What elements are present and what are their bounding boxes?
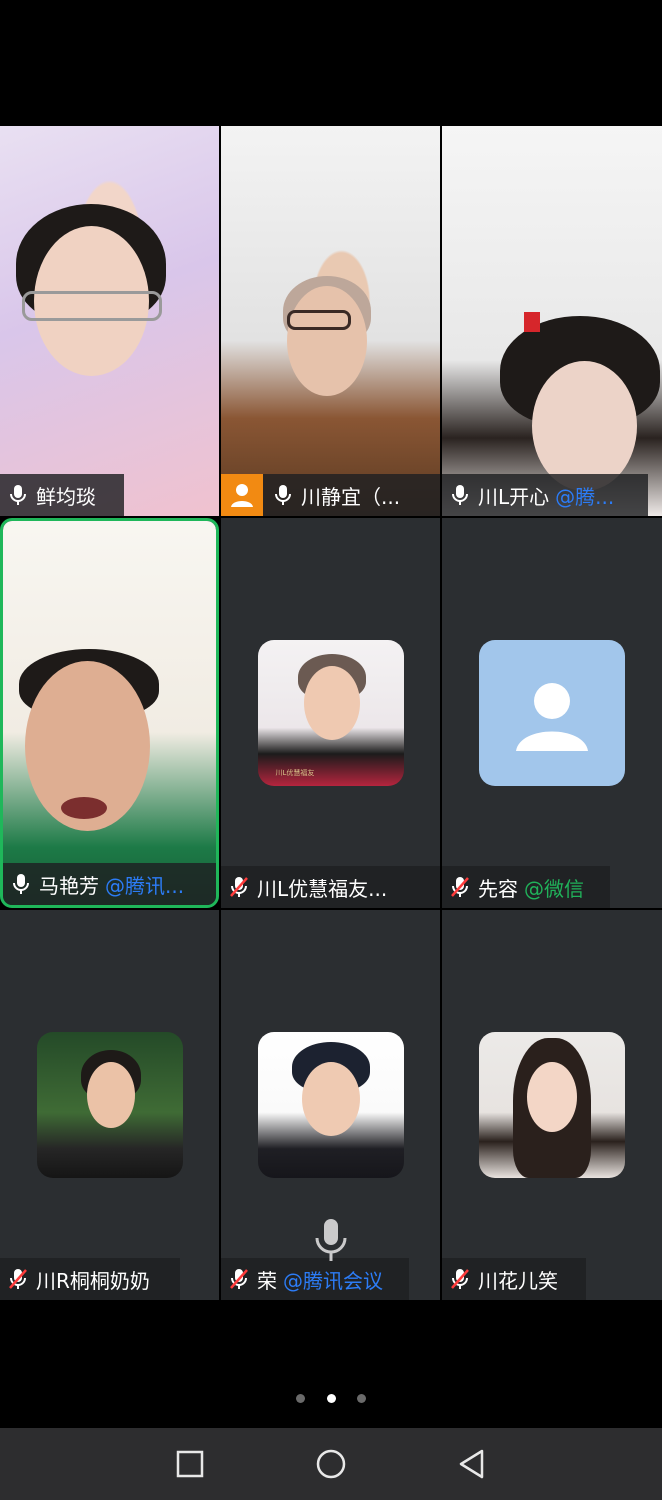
participant-tile[interactable]: 川花儿笑: [442, 910, 662, 1300]
participant-org: @微信: [524, 876, 584, 901]
participant-video: [0, 126, 219, 516]
name-bar: 川R桐桐奶奶: [0, 1258, 180, 1300]
page-dot-active[interactable]: [326, 1394, 336, 1403]
microphone-icon: [315, 1219, 347, 1261]
participant-tile-active-speaker[interactable]: 马艳芳 @腾讯...: [0, 518, 219, 908]
page-indicator[interactable]: [0, 1388, 662, 1407]
avatar-caption: 川L优慧福友: [275, 769, 315, 777]
participant-tile[interactable]: 先容 @微信: [442, 518, 662, 908]
participant-name: 川L开心: [478, 484, 550, 509]
microphone-icon: [10, 485, 26, 505]
microphone-icon: [452, 485, 468, 505]
default-user-icon: [479, 640, 625, 786]
participant-name: 川花儿笑: [478, 1268, 558, 1293]
participant-tile[interactable]: 鲜均琰: [0, 126, 219, 516]
microphone-muted-icon: [451, 877, 469, 897]
participant-name: 川L优慧福友...: [257, 876, 388, 901]
host-badge: [221, 474, 263, 516]
participant-avatar: 川L优慧福友: [257, 640, 404, 786]
microphone-muted-icon: [451, 1269, 469, 1289]
name-bar: 川L开心 @腾...: [442, 474, 648, 516]
participant-name: 鲜均琰: [36, 484, 96, 509]
page-dot[interactable]: [296, 1394, 306, 1403]
name-bar: 鲜均琰: [0, 474, 124, 516]
name-bar: 先容 @微信: [442, 866, 610, 908]
participant-name: 荣: [257, 1268, 277, 1293]
participant-name: 先容: [478, 876, 518, 901]
name-bar: 马艳芳 @腾讯...: [3, 863, 216, 905]
system-navigation-bar: [0, 1428, 662, 1500]
microphone-muted-icon: [9, 1269, 27, 1289]
name-bar: 川L优慧福友...: [221, 866, 440, 908]
participant-name: 马艳芳: [39, 873, 99, 898]
participant-tile[interactable]: 川L开心 @腾...: [442, 126, 662, 516]
page-dot[interactable]: [356, 1394, 366, 1403]
participant-video: [3, 521, 216, 905]
participant-video: [221, 126, 440, 516]
participant-avatar: [36, 1032, 183, 1178]
microphone-icon: [13, 874, 29, 894]
participant-name: 川静宜（...: [301, 484, 401, 509]
participant-org: @腾讯...: [105, 873, 185, 898]
participant-avatar: [479, 1032, 625, 1178]
home-icon[interactable]: [313, 1446, 349, 1482]
participant-video: [442, 126, 662, 516]
participant-name: 川R桐桐奶奶: [36, 1268, 150, 1293]
recent-apps-icon[interactable]: [172, 1446, 208, 1482]
back-icon[interactable]: [454, 1446, 490, 1482]
video-grid: 鲜均琰 川静宜（... 川L开心 @腾... 马艳芳 @腾讯... 川L优慧福友…: [0, 126, 662, 1301]
participant-tile[interactable]: 川R桐桐奶奶: [0, 910, 219, 1300]
microphone-muted-icon: [230, 1269, 248, 1289]
microphone-muted-icon: [230, 877, 248, 897]
participant-avatar: [257, 1032, 404, 1178]
participant-tile[interactable]: 川静宜（...: [221, 126, 440, 516]
participant-org: @腾...: [555, 484, 615, 509]
participant-tile[interactable]: 川L优慧福友 川L优慧福友...: [221, 518, 440, 908]
name-bar: 川静宜（...: [221, 474, 440, 516]
microphone-icon: [275, 485, 291, 505]
name-bar: 荣 @腾讯会议: [221, 1258, 409, 1300]
name-bar: 川花儿笑: [442, 1258, 586, 1300]
host-person-icon: [231, 484, 253, 507]
participant-org: @腾讯会议: [283, 1268, 383, 1293]
